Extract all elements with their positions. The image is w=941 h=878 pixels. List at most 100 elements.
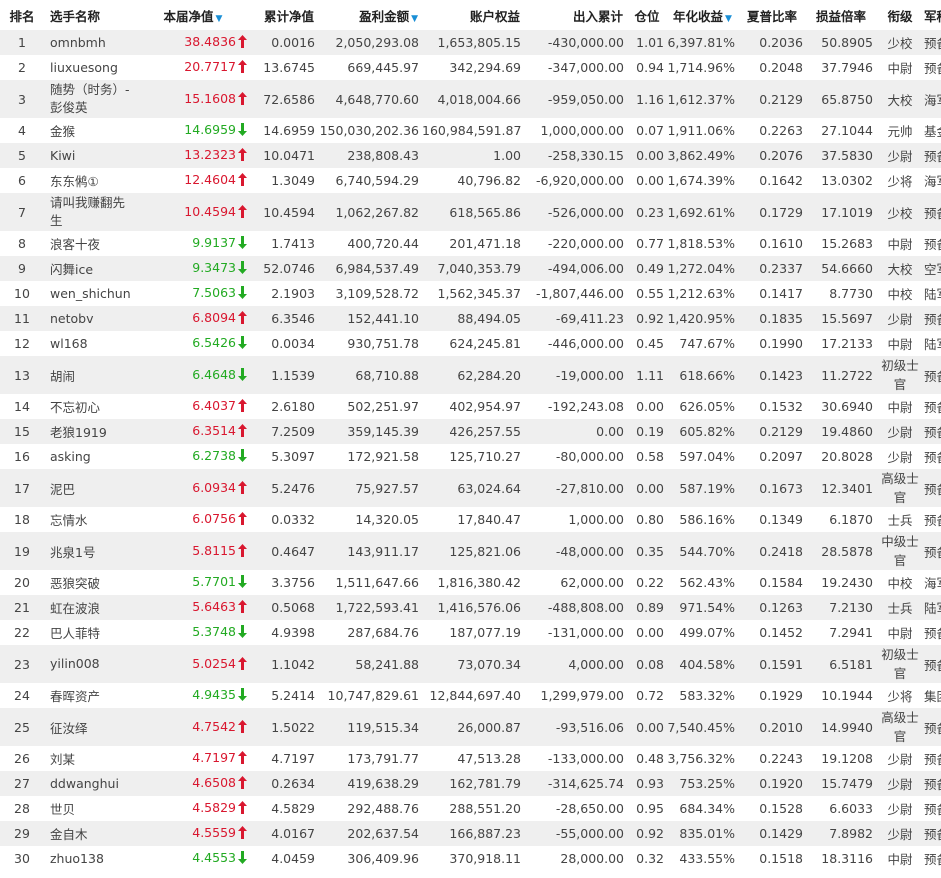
table-row[interactable]: 15 老狼1919 6.3514 7.2509 359,145.39 426,257.55… (0, 419, 941, 444)
player-name-link[interactable]: 世贝 (44, 796, 136, 821)
table-row[interactable]: 7 请叫我赚翻先生 10.4594 10.4594 1,062,267.82 618,56… (0, 193, 941, 231)
table-row[interactable]: 9 闪舞ice 9.3473 52.0746 6,984,537.49 7,040,353… (0, 256, 941, 281)
table-row[interactable]: 12 wl168 6.5426 0.0034 930,751.78 624,245.81-… (0, 331, 941, 356)
player-name-link[interactable]: 胡闹 (44, 356, 136, 394)
table-row[interactable]: 27 ddwanghui 4.6508 0.2634 419,638.29 162,781… (0, 771, 941, 796)
loss-ratio-cell: 6.6033 (806, 796, 876, 821)
player-name-link[interactable]: 虹在波浪 (44, 595, 136, 620)
col-header-annual[interactable]: 年化收益 ▼ (667, 0, 738, 30)
table-row[interactable]: 29 金自木 4.5559 4.0167 202,637.54 166,887.23 -55… (0, 821, 941, 846)
player-name-link[interactable]: 不忘初心 (44, 394, 136, 419)
player-name-link[interactable]: 随势（时务）- 彭俊英 (44, 80, 136, 118)
col-header-pnl[interactable]: 盈利金额 ▼ (318, 0, 422, 30)
col-header-nav-label: 本届净值 (163, 8, 214, 24)
col-header-cum-nav[interactable]: 累计净值 (250, 0, 318, 30)
col-header-inout[interactable]: 出入累计 (524, 0, 627, 30)
col-header-title[interactable]: 衔级 (876, 0, 924, 30)
cum-nav-cell: 0.4647 (250, 532, 318, 570)
player-name-link[interactable]: 浪客十夜 (44, 231, 136, 256)
player-name-link[interactable]: wl168 (44, 331, 136, 356)
table-row[interactable]: 16 asking 6.2738 5.3097 172,921.58 125,710.27… (0, 444, 941, 469)
inout-cell: -258,330.15 (524, 143, 627, 168)
table-row[interactable]: 10 wen_shichun 7.5063 2.1903 3,109,528.72 1,5… (0, 281, 941, 306)
player-name-link[interactable]: 忘情水 (44, 507, 136, 532)
player-name-link[interactable]: wen_shichun (44, 281, 136, 306)
table-row[interactable]: 14 不忘初心 6.4037 2.6180 502,251.97 402,954.97 -1… (0, 394, 941, 419)
player-name-link[interactable]: ddwanghui (44, 771, 136, 796)
rank-title-cell: 初级士官 (876, 645, 924, 683)
table-row[interactable]: 26 刘某 4.7197 4.7197 173,791.77 47,513.28 -133,… (0, 746, 941, 771)
player-name-link[interactable]: 东东鸺① (44, 168, 136, 193)
branch-cell: 预备役 (924, 231, 941, 256)
position-cell: 0.72 (627, 683, 667, 708)
table-row[interactable]: 24 春晖资产 4.9435 5.2414 10,747,829.61 12,844,69… (0, 683, 941, 708)
cum-nav-cell: 0.0332 (250, 507, 318, 532)
table-row[interactable]: 21 虹在波浪 5.6463 0.5068 1,722,593.41 1,416,576.… (0, 595, 941, 620)
table-row[interactable]: 5 Kiwi 13.2323 10.0471 238,808.43 1.00 -258,33… (0, 143, 941, 168)
player-name-link[interactable]: zhuo138 (44, 846, 136, 871)
inout-cell: -6,920,000.00 (524, 168, 627, 193)
col-header-name[interactable]: 选手名称 (44, 0, 136, 30)
col-header-nav[interactable]: 本届净值 ▼ (136, 0, 250, 30)
table-row[interactable]: 18 忘情水 6.0756 0.0332 14,320.05 17,840.47 1,000… (0, 507, 941, 532)
branch-cell: 预备役 (924, 306, 941, 331)
nav-value: 4.7542 (192, 718, 236, 734)
pnl-cell: 150,030,202.36 (318, 118, 422, 143)
player-name-link[interactable]: 春晖资产 (44, 683, 136, 708)
rank-title-cell: 少尉 (876, 796, 924, 821)
col-header-equity[interactable]: 账户权益 (422, 0, 524, 30)
player-name-link[interactable]: 巴人菲特 (44, 620, 136, 645)
player-name-link[interactable]: 闪舞ice (44, 256, 136, 281)
cum-nav-cell: 10.0471 (250, 143, 318, 168)
table-row[interactable]: 17 泥巴 6.0934 5.2476 75,927.57 63,024.64 -27,81… (0, 469, 941, 507)
table-row[interactable]: 19 兆泉1号 5.8115 0.4647 143,911.17 125,821.06 -4… (0, 532, 941, 570)
table-row[interactable]: 28 世贝 4.5829 4.5829 292,488.76 288,551.20 -28,… (0, 796, 941, 821)
player-name-link[interactable]: 兆泉1号 (44, 532, 136, 570)
player-name-link[interactable]: 金自木 (44, 821, 136, 846)
col-header-rank[interactable]: 排名 (0, 0, 44, 30)
player-name-link[interactable]: 金猴 (44, 118, 136, 143)
nav-value: 4.5829 (192, 800, 236, 815)
nav-cell: 5.0254 (136, 645, 250, 683)
player-name-link[interactable]: yilin008 (44, 645, 136, 683)
table-row[interactable]: 3 随势（时务）- 彭俊英 15.1608 72.6586 4,648,770.60 4,… (0, 80, 941, 118)
player-name-link[interactable]: liuxuesong (44, 55, 136, 80)
table-row[interactable]: 20 恶狼突破 5.7701 3.3756 1,511,647.66 1,816,380.… (0, 570, 941, 595)
player-name-link[interactable]: 请叫我赚翻先生 (44, 193, 136, 231)
player-name-link[interactable]: 征汝绎 (44, 708, 136, 746)
col-header-branch[interactable]: 军种 (924, 0, 941, 30)
branch-cell: 集团军 (924, 683, 941, 708)
table-row[interactable]: 25 征汝绎 4.7542 1.5022 119,515.34 26,000.87 -93,… (0, 708, 941, 746)
player-name-link[interactable]: 老狼1919 (44, 419, 136, 444)
table-row[interactable]: 30 zhuo138 4.4553 4.0459 306,409.96 370,918.1… (0, 846, 941, 871)
position-cell: 0.94 (627, 55, 667, 80)
loss-ratio-cell: 54.6660 (806, 256, 876, 281)
table-row[interactable]: 23 yilin008 5.0254 1.1042 58,241.88 73,070.34… (0, 645, 941, 683)
equity-cell: 26,000.87 (422, 708, 524, 746)
table-row[interactable]: 22 巴人菲特 5.3748 4.9398 287,684.76 187,077.19 -1… (0, 620, 941, 645)
player-name-link[interactable]: omnbmh (44, 30, 136, 55)
table-row[interactable]: 4 金猴 14.6959 14.6959 150,030,202.36 160,984,5… (0, 118, 941, 143)
loss-ratio-cell: 27.1044 (806, 118, 876, 143)
table-row[interactable]: 1 omnbmh 38.4836 0.0016 2,050,293.08 1,653,80… (0, 30, 941, 55)
player-name-link[interactable]: asking (44, 444, 136, 469)
col-header-position[interactable]: 仓位 (627, 0, 667, 30)
table-row[interactable]: 13 胡闹 6.4648 1.1539 68,710.88 62,284.20 -19,00… (0, 356, 941, 394)
player-name-link[interactable]: 恶狼突破 (44, 570, 136, 595)
col-header-loss-ratio[interactable]: 损益倍率 (806, 0, 876, 30)
sharpe-cell: 0.2337 (738, 256, 806, 281)
player-name-link[interactable]: 泥巴 (44, 469, 136, 507)
table-row[interactable]: 2 liuxuesong 20.7717 13.6745 669,445.97 342,2… (0, 55, 941, 80)
player-name-link[interactable]: 刘某 (44, 746, 136, 771)
player-name-link[interactable]: netobv (44, 306, 136, 331)
position-cell: 0.00 (627, 143, 667, 168)
equity-cell: 40,796.82 (422, 168, 524, 193)
table-row[interactable]: 8 浪客十夜 9.9137 1.7413 400,720.44 201,471.18 -22… (0, 231, 941, 256)
table-row[interactable]: 11 netobv 6.8094 6.3546 152,441.10 88,494.05-… (0, 306, 941, 331)
pnl-cell: 669,445.97 (318, 55, 422, 80)
position-cell: 0.77 (627, 231, 667, 256)
table-row[interactable]: 6 东东鸺① 12.4604 1.3049 6,740,594.29 40,796.82-… (0, 168, 941, 193)
col-header-sharpe[interactable]: 夏普比率 (738, 0, 806, 30)
nav-value: 13.2323 (184, 147, 236, 162)
player-name-link[interactable]: Kiwi (44, 143, 136, 168)
